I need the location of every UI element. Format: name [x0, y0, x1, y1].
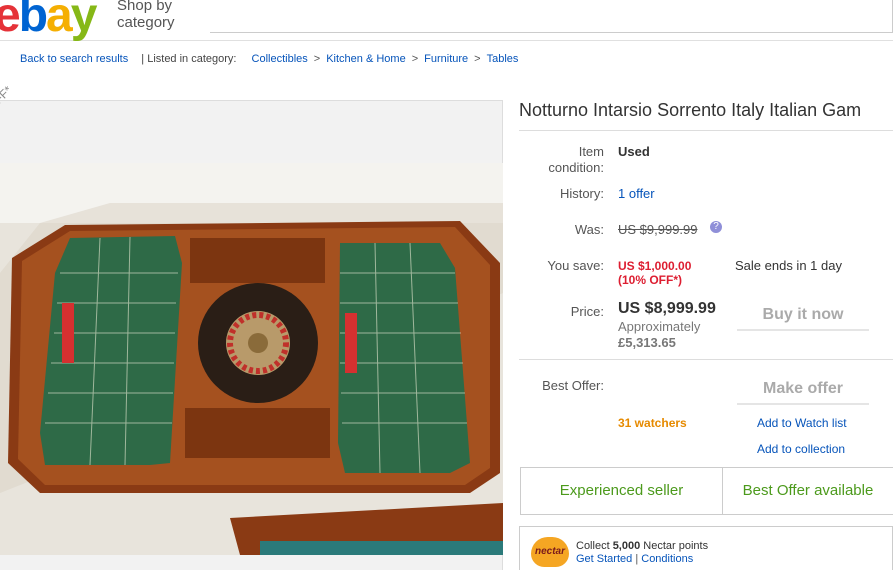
- nectar-logo: nectar: [531, 537, 569, 567]
- add-to-watchlist-link[interactable]: Add to Watch list: [757, 416, 847, 430]
- best-offer-label: Best Offer:: [542, 378, 604, 393]
- nectar-conditions-link[interactable]: Conditions: [641, 553, 693, 565]
- nectar-get-started-link[interactable]: Get Started: [576, 553, 632, 565]
- shop-by-line1: Shop by: [117, 0, 173, 14]
- ebay-logo[interactable]: ebay: [0, 0, 97, 46]
- price-value: US $8,999.99: [618, 300, 716, 317]
- price-label: Price:: [570, 304, 604, 319]
- breadcrumb-collectibles[interactable]: Collectibles: [252, 53, 308, 65]
- breadcrumb-tables[interactable]: Tables: [487, 53, 519, 65]
- condition-value: Used: [618, 144, 650, 159]
- breadcrumb-separator: >: [313, 53, 321, 65]
- title-divider: [519, 130, 893, 131]
- listed-in-label: | Listed in category:: [141, 53, 237, 65]
- history-label: History:: [559, 186, 604, 201]
- breadcrumb-kitchen-home[interactable]: Kitchen & Home: [326, 53, 405, 65]
- watchers-count: 31 watchers: [618, 416, 687, 430]
- listing-title: Notturno Intarsio Sorrento Italy Italian…: [519, 100, 862, 120]
- nectar-text: Collect 5,000 Nectar points: [576, 540, 709, 552]
- was-label: Was:: [574, 222, 604, 237]
- breadcrumb-separator: >: [474, 53, 481, 65]
- approx-value: £5,313.65: [618, 335, 676, 350]
- was-price: US $9,999.99: [618, 222, 698, 237]
- section-divider: [519, 359, 893, 360]
- experienced-seller-badge: Experienced seller: [520, 467, 723, 515]
- you-save-label: You save:: [547, 258, 604, 273]
- shop-by-line2: category: [117, 14, 175, 31]
- make-offer-button[interactable]: Make offer: [737, 374, 869, 405]
- search-input[interactable]: [210, 0, 893, 33]
- back-to-search-link[interactable]: Back to search results: [20, 53, 128, 65]
- shop-by-category-button[interactable]: Shop by category: [117, 0, 175, 31]
- sale-ends-text: Sale ends in 1 day: [735, 258, 842, 273]
- nectar-links: Get Started | Conditions: [576, 553, 694, 565]
- breadcrumb-furniture[interactable]: Furniture: [424, 53, 468, 65]
- you-save-amount: US $1,000.00 (10% OFF*): [618, 259, 692, 287]
- breadcrumb-separator: >: [411, 53, 419, 65]
- question-icon[interactable]: ?: [710, 221, 722, 233]
- history-offers-link[interactable]: 1 offer: [618, 186, 655, 201]
- breadcrumb: Back to search results | Listed in categ…: [20, 53, 518, 65]
- buy-it-now-button[interactable]: Buy it now: [737, 300, 869, 331]
- product-image[interactable]: [0, 163, 503, 555]
- add-to-collection-link[interactable]: Add to collection: [757, 442, 845, 456]
- condition-label: Item condition:: [548, 144, 604, 175]
- best-offer-available-badge: Best Offer available: [722, 467, 893, 515]
- approx-label: Approximately: [618, 319, 701, 334]
